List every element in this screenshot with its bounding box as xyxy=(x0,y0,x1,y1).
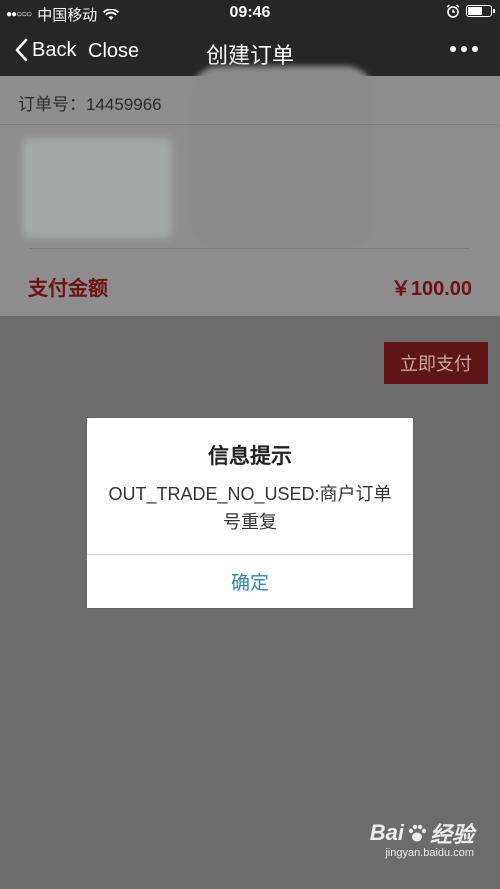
watermark-url: jingyan.baidu.com xyxy=(385,847,474,859)
close-button[interactable]: Close xyxy=(88,40,139,63)
watermark-brand: Bai 经验 xyxy=(370,817,474,849)
pay-now-button[interactable]: 立即支付 xyxy=(384,342,488,384)
blurred-region xyxy=(190,66,375,251)
battery-fill xyxy=(468,7,482,15)
alert-dialog: 信息提示 OUT_TRADE_NO_USED:商户订单号重复 确定 xyxy=(87,418,413,608)
divider xyxy=(30,248,470,249)
watermark-brand-right: 经验 xyxy=(429,822,474,847)
order-card: 订单号：14459966 支付金额 ￥100.00 xyxy=(0,66,500,316)
status-time: 09:46 xyxy=(229,4,271,21)
blurred-product-image xyxy=(22,138,172,238)
watermark-brand-left: Bai xyxy=(369,820,404,845)
dialog-ok-button[interactable]: 确定 xyxy=(87,555,413,608)
status-bar-right xyxy=(446,4,495,18)
divider xyxy=(0,124,500,125)
paw-logo-icon xyxy=(408,824,427,842)
order-number: 订单号：14459966 xyxy=(18,95,162,114)
status-bar: ●●○○○ 中国移动 09:46 xyxy=(0,0,500,26)
alarm-icon xyxy=(446,4,460,18)
more-options-button[interactable] xyxy=(450,46,478,52)
more-dot-icon xyxy=(461,46,467,52)
baidu-watermark: Bai 经验 jingyan.baidu.com xyxy=(370,817,474,859)
dialog-title: 信息提示 xyxy=(208,445,292,468)
payment-amount-label: 支付金额 xyxy=(28,278,108,300)
back-button[interactable]: Back xyxy=(14,38,76,62)
dialog-message: OUT_TRADE_NO_USED:商户订单号重复 xyxy=(108,484,392,532)
battery-icon xyxy=(466,5,495,17)
payment-amount-value: ￥100.00 xyxy=(390,278,472,300)
more-dot-icon xyxy=(450,46,456,52)
back-label: Back xyxy=(32,38,77,61)
more-dot-icon xyxy=(472,46,478,52)
chevron-left-icon xyxy=(15,38,28,62)
